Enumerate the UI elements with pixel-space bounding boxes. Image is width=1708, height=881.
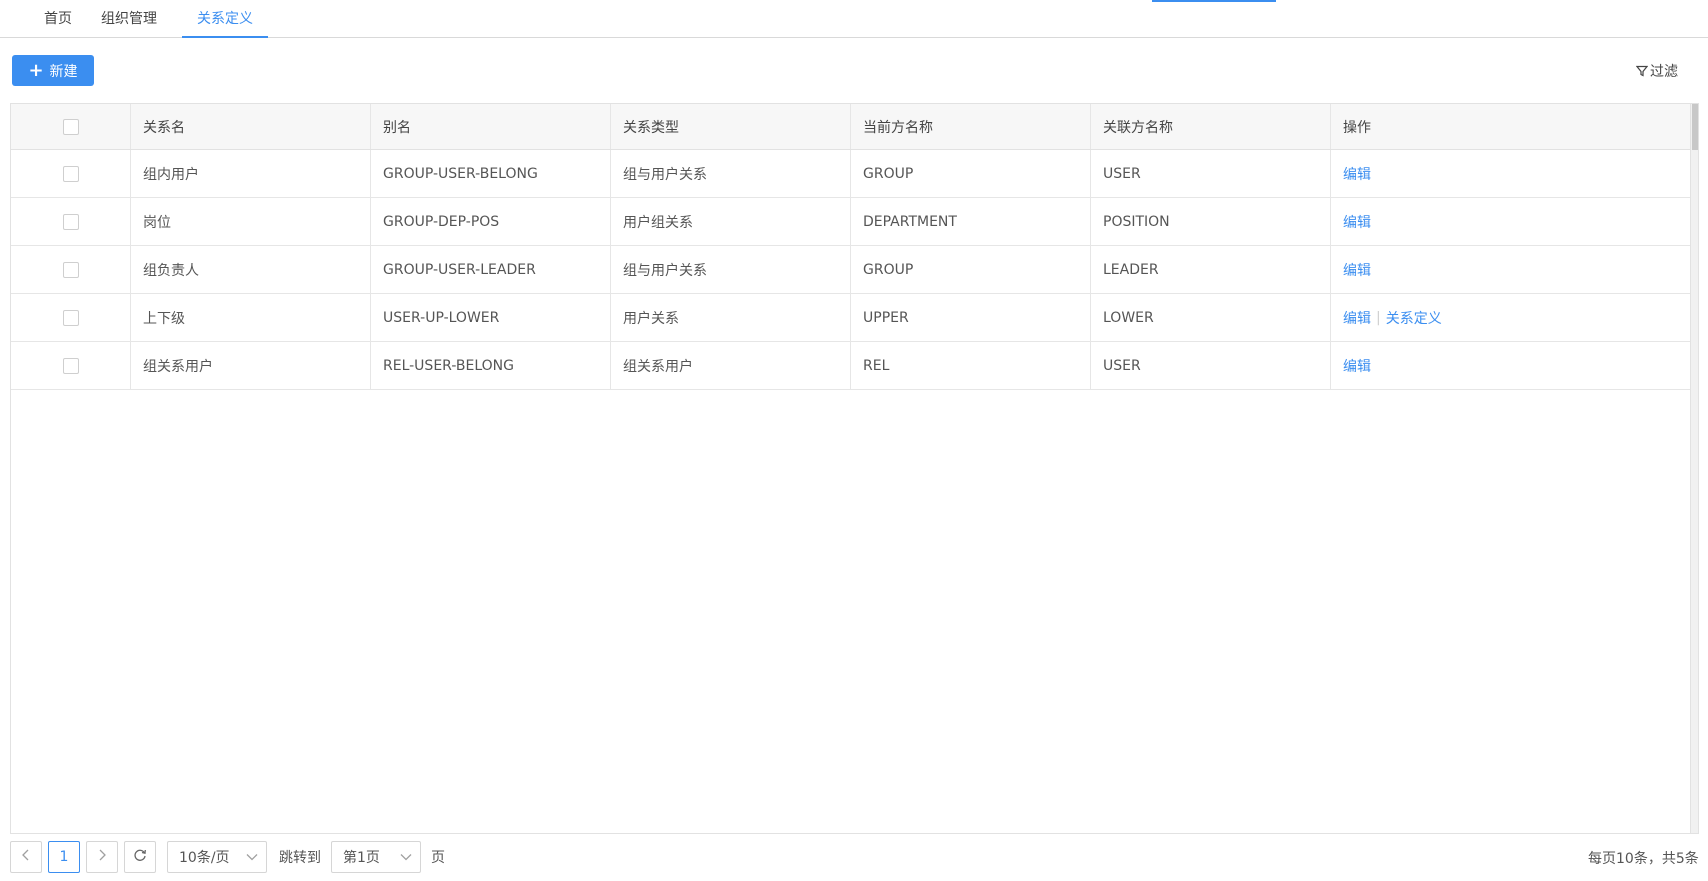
header-select-all-cell xyxy=(11,104,131,149)
table-header: 关系名 别名 关系类型 当前方名称 关联方名称 操作 xyxy=(11,104,1690,150)
cell-relation-type: 组与用户关系 xyxy=(611,150,851,197)
page-size-value: 10条/页 xyxy=(179,850,230,866)
cell-related-party: LOWER xyxy=(1091,294,1331,341)
cell-operations: 编辑 xyxy=(1331,246,1690,293)
plus-icon: + xyxy=(28,59,44,81)
header-relation-name: 关系名 xyxy=(131,104,371,149)
cell-current-party: UPPER xyxy=(851,294,1091,341)
new-button-label: 新建 xyxy=(49,63,78,80)
cell-operations: 编辑 xyxy=(1331,198,1690,245)
cell-alias: GROUP-USER-LEADER xyxy=(371,246,611,293)
table-row: 岗位 GROUP-DEP-POS 用户组关系 DEPARTMENT POSITI… xyxy=(11,198,1690,246)
chevron-left-icon xyxy=(21,849,31,865)
cell-related-party: LEADER xyxy=(1091,246,1331,293)
refresh-button[interactable] xyxy=(124,841,156,873)
page-suffix-label: 页 xyxy=(431,850,445,866)
cell-related-party: USER xyxy=(1091,150,1331,197)
header-current-party: 当前方名称 xyxy=(851,104,1091,149)
cell-alias: USER-UP-LOWER xyxy=(371,294,611,341)
header-related-party: 关联方名称 xyxy=(1091,104,1331,149)
filter-label: 过滤 xyxy=(1650,64,1678,80)
edit-link[interactable]: 编辑 xyxy=(1343,356,1371,376)
page-size-select[interactable]: 10条/页 xyxy=(167,841,267,873)
filter-button[interactable]: 过滤 xyxy=(1636,62,1678,80)
cell-related-party: USER xyxy=(1091,342,1331,389)
chevron-down-icon xyxy=(246,849,258,865)
pagination: 1 10条/页 跳转到 第1页 页 xyxy=(10,841,445,873)
jump-to-label: 跳转到 xyxy=(279,850,321,866)
scrollbar-thumb[interactable] xyxy=(1692,104,1698,150)
vertical-scrollbar[interactable] xyxy=(1690,104,1698,833)
select-all-checkbox[interactable] xyxy=(62,118,79,135)
top-active-indicator xyxy=(1152,0,1276,2)
row-select-cell xyxy=(11,198,131,245)
header-relation-type: 关系类型 xyxy=(611,104,851,149)
cell-operations: 编辑 xyxy=(1331,150,1690,197)
row-select-cell xyxy=(11,150,131,197)
tab-relation-definition[interactable]: 关系定义 xyxy=(182,0,268,38)
tab-home[interactable]: 首页 xyxy=(30,0,86,38)
cell-current-party: GROUP xyxy=(851,150,1091,197)
edit-link[interactable]: 编辑 xyxy=(1343,308,1371,328)
next-page-button[interactable] xyxy=(86,841,118,873)
cell-operations: 编辑 | 关系定义 xyxy=(1331,294,1690,341)
tab-bar: 首页 组织管理 关系定义 xyxy=(0,0,1708,38)
table-row: 上下级 USER-UP-LOWER 用户关系 UPPER LOWER 编辑 | … xyxy=(11,294,1690,342)
cell-relation-type: 用户组关系 xyxy=(611,198,851,245)
relation-table: 关系名 别名 关系类型 当前方名称 关联方名称 操作 组内用户 GROUP-US… xyxy=(10,103,1699,834)
cell-relation-type: 组关系用户 xyxy=(611,342,851,389)
new-button[interactable]: + 新建 xyxy=(12,55,94,86)
link-separator: | xyxy=(1376,309,1381,326)
row-select-cell xyxy=(11,342,131,389)
edit-link[interactable]: 编辑 xyxy=(1343,260,1371,280)
cell-relation-name: 组负责人 xyxy=(131,246,371,293)
cell-relation-type: 组与用户关系 xyxy=(611,246,851,293)
cell-current-party: GROUP xyxy=(851,246,1091,293)
edit-link[interactable]: 编辑 xyxy=(1343,212,1371,232)
relation-definition-link[interactable]: 关系定义 xyxy=(1386,308,1442,328)
cell-relation-name: 岗位 xyxy=(131,198,371,245)
page-number-button[interactable]: 1 xyxy=(48,841,80,873)
cell-operations: 编辑 xyxy=(1331,342,1690,389)
cell-alias: REL-USER-BELONG xyxy=(371,342,611,389)
funnel-icon xyxy=(1636,65,1648,77)
row-checkbox[interactable] xyxy=(62,213,79,230)
table-row: 组关系用户 REL-USER-BELONG 组关系用户 REL USER 编辑 xyxy=(11,342,1690,390)
chevron-down-icon xyxy=(400,849,412,865)
table-row: 组负责人 GROUP-USER-LEADER 组与用户关系 GROUP LEAD… xyxy=(11,246,1690,294)
pagination-summary: 每页10条，共5条 xyxy=(1588,851,1699,867)
cell-alias: GROUP-USER-BELONG xyxy=(371,150,611,197)
row-checkbox[interactable] xyxy=(62,165,79,182)
cell-relation-name: 上下级 xyxy=(131,294,371,341)
cell-related-party: POSITION xyxy=(1091,198,1331,245)
header-operations: 操作 xyxy=(1343,119,1371,136)
chevron-right-icon xyxy=(97,849,107,865)
row-checkbox[interactable] xyxy=(62,309,79,326)
jump-page-select[interactable]: 第1页 xyxy=(331,841,421,873)
tab-org-management[interactable]: 组织管理 xyxy=(92,0,166,38)
cell-relation-name: 组内用户 xyxy=(131,150,371,197)
row-checkbox[interactable] xyxy=(62,357,79,374)
table-row: 组内用户 GROUP-USER-BELONG 组与用户关系 GROUP USER… xyxy=(11,150,1690,198)
row-select-cell xyxy=(11,246,131,293)
cell-alias: GROUP-DEP-POS xyxy=(371,198,611,245)
jump-page-value: 第1页 xyxy=(343,850,380,866)
cell-relation-name: 组关系用户 xyxy=(131,342,371,389)
cell-relation-type: 用户关系 xyxy=(611,294,851,341)
cell-current-party: DEPARTMENT xyxy=(851,198,1091,245)
edit-link[interactable]: 编辑 xyxy=(1343,164,1371,184)
header-alias: 别名 xyxy=(371,104,611,149)
refresh-icon xyxy=(133,848,147,866)
prev-page-button[interactable] xyxy=(10,841,42,873)
row-select-cell xyxy=(11,294,131,341)
cell-current-party: REL xyxy=(851,342,1091,389)
table-body: 组内用户 GROUP-USER-BELONG 组与用户关系 GROUP USER… xyxy=(11,150,1690,390)
row-checkbox[interactable] xyxy=(62,261,79,278)
